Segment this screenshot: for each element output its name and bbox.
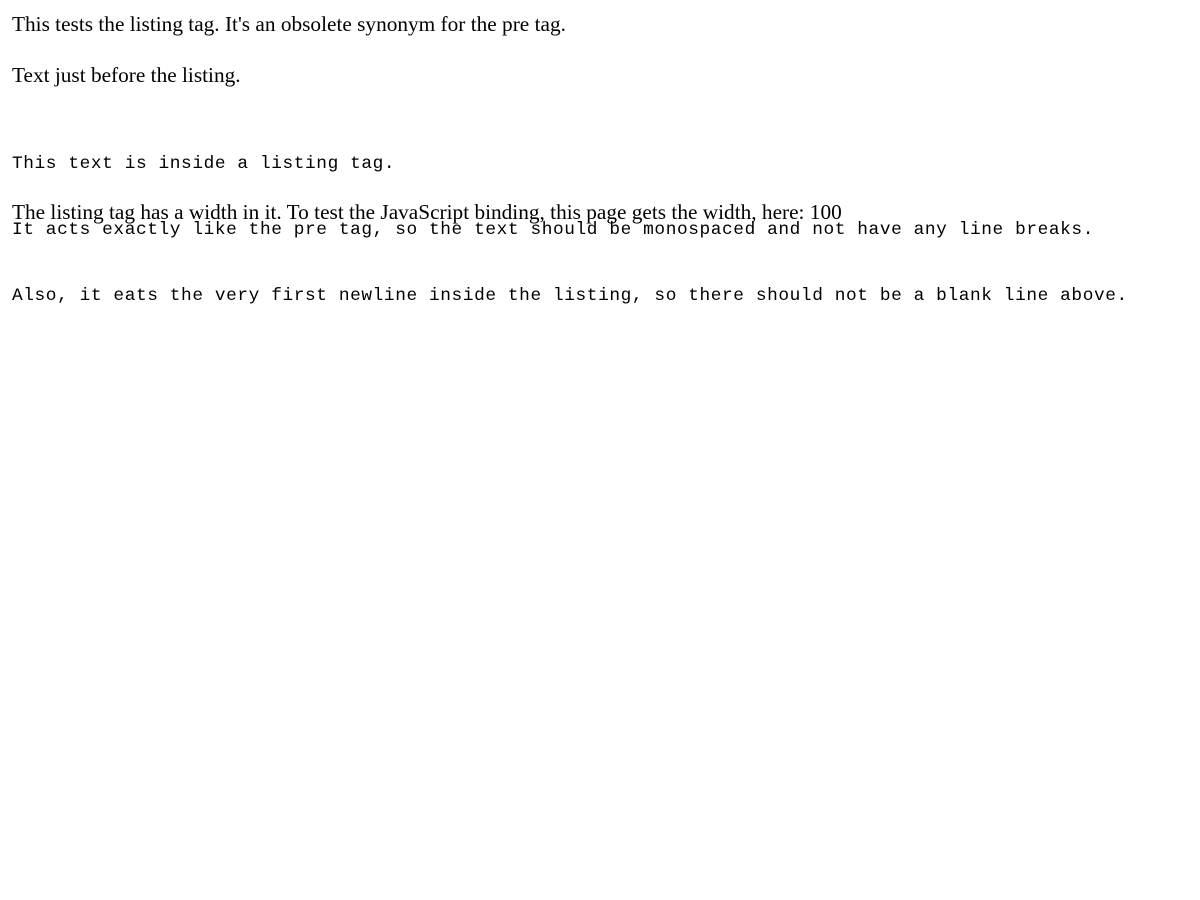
listing-line: This text is inside a listing tag. (12, 154, 396, 174)
intro-paragraph: This tests the listing tag. It's an obso… (12, 12, 566, 36)
listing-block: This text is inside a listing tag. It ac… (12, 109, 1128, 351)
before-listing-paragraph: Text just before the listing. (12, 63, 241, 87)
listing-line: Also, it eats the very first newline ins… (12, 286, 1128, 306)
width-note-paragraph: The listing tag has a width in it. To te… (12, 200, 842, 224)
